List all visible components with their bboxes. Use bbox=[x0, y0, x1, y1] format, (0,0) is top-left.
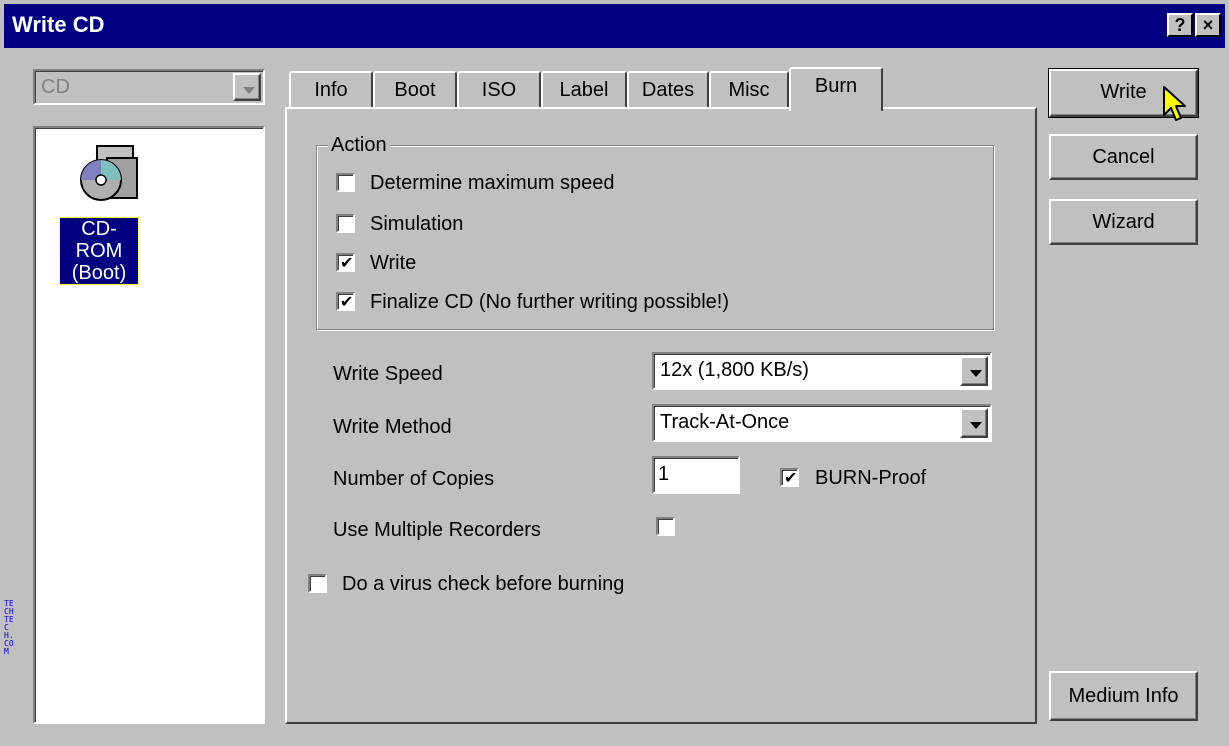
multi-recorders-label: Use Multiple Recorders bbox=[333, 519, 541, 541]
help-button[interactable]: ? bbox=[1167, 13, 1193, 37]
determine-speed-label: Determine maximum speed bbox=[370, 172, 615, 194]
finalize-label: Finalize CD (No further writing possible… bbox=[370, 291, 730, 313]
virus-check-label: Do a virus check before burning bbox=[342, 573, 625, 595]
determine-speed-checkbox[interactable] bbox=[336, 173, 355, 192]
write-speed-label: Write Speed bbox=[333, 363, 443, 385]
chevron-down-icon[interactable] bbox=[960, 408, 988, 438]
write-speed-value: 12x (1,800 KB/s) bbox=[660, 359, 809, 381]
wizard-button[interactable]: Wizard bbox=[1049, 199, 1198, 245]
cancel-button[interactable]: Cancel bbox=[1049, 134, 1198, 180]
write-speed-select[interactable]: 12x (1,800 KB/s) bbox=[652, 352, 992, 390]
simulation-label: Simulation bbox=[370, 213, 464, 235]
write-method-label: Write Method bbox=[333, 416, 452, 438]
tab-info[interactable]: Info bbox=[289, 71, 373, 109]
copies-input[interactable]: 1 bbox=[652, 456, 740, 494]
write-cd-dialog: Write CD ? × CD CD-ROM (Boot) Info Boot … bbox=[0, 0, 1229, 746]
device-list[interactable]: CD-ROM (Boot) bbox=[33, 126, 265, 724]
burn-proof-label: BURN-Proof bbox=[815, 467, 927, 489]
title-bar[interactable]: Write CD ? × bbox=[4, 4, 1225, 48]
drive-selector-value: CD bbox=[41, 76, 70, 98]
multi-recorders-checkbox[interactable] bbox=[656, 517, 675, 536]
write-method-select[interactable]: Track-At-Once bbox=[652, 404, 992, 442]
device-label: CD-ROM (Boot) bbox=[59, 217, 139, 285]
simulation-checkbox[interactable] bbox=[336, 214, 355, 233]
copies-value: 1 bbox=[658, 463, 670, 485]
device-label-line1: CD-ROM bbox=[75, 218, 123, 262]
chevron-down-icon bbox=[233, 73, 261, 101]
cd-rom-icon bbox=[80, 145, 138, 201]
device-item-cd-rom[interactable]: CD-ROM (Boot) bbox=[35, 142, 185, 285]
virus-check-checkbox[interactable] bbox=[308, 574, 327, 593]
tab-iso[interactable]: ISO bbox=[457, 71, 541, 109]
write-method-value: Track-At-Once bbox=[660, 411, 790, 433]
burn-proof-checkbox[interactable]: ✔ bbox=[780, 468, 799, 487]
chevron-down-icon[interactable] bbox=[960, 356, 988, 386]
copies-label: Number of Copies bbox=[333, 468, 495, 490]
window-title: Write CD bbox=[12, 12, 105, 37]
drive-selector: CD bbox=[33, 69, 265, 105]
watermark: TECHTECH.COM bbox=[4, 599, 14, 656]
checkmark-icon: ✔ bbox=[784, 468, 798, 487]
close-button[interactable]: × bbox=[1195, 13, 1221, 37]
tab-label[interactable]: Label bbox=[541, 71, 627, 109]
tab-dates[interactable]: Dates bbox=[627, 71, 709, 109]
write-option-label: Write bbox=[370, 252, 417, 274]
mouse-pointer-icon bbox=[1163, 86, 1186, 121]
write-checkbox[interactable]: ✔ bbox=[336, 253, 355, 272]
checkmark-icon: ✔ bbox=[340, 292, 354, 311]
tab-burn[interactable]: Burn bbox=[789, 67, 883, 111]
checkmark-icon: ✔ bbox=[340, 253, 354, 272]
medium-info-button[interactable]: Medium Info bbox=[1049, 671, 1198, 721]
finalize-checkbox[interactable]: ✔ bbox=[336, 292, 355, 311]
tab-boot[interactable]: Boot bbox=[373, 71, 457, 109]
device-label-line2: (Boot) bbox=[71, 262, 127, 284]
tab-misc[interactable]: Misc bbox=[709, 71, 789, 109]
action-group-title: Action bbox=[328, 134, 390, 157]
